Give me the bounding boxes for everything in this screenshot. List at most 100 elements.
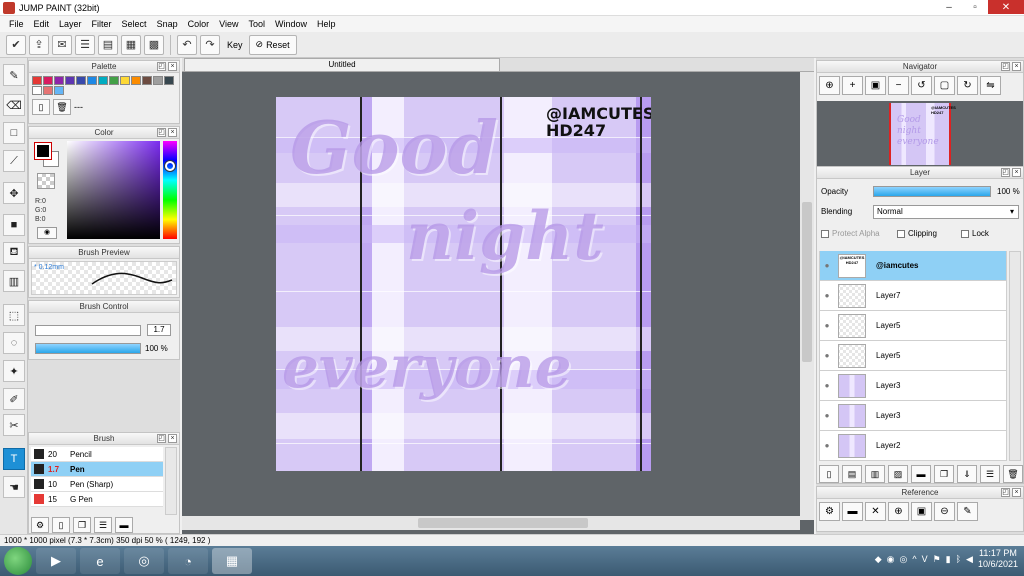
brush-folder-icon[interactable]: ▬ [115, 517, 133, 533]
layer-visibility-icon[interactable]: ● [820, 351, 834, 360]
menu-select[interactable]: Select [117, 19, 152, 29]
lock-checkbox[interactable]: Lock [961, 229, 989, 238]
menu-help[interactable]: Help [312, 19, 341, 29]
menu-tool[interactable]: Tool [243, 19, 270, 29]
reset-button[interactable]: ⊘ Reset [248, 34, 297, 55]
panel-close-icon[interactable]: × [1012, 62, 1021, 71]
zoom-actual-icon[interactable]: ▣ [865, 76, 886, 95]
palette-swatch[interactable] [54, 86, 64, 95]
hue-slider[interactable] [163, 141, 177, 239]
redo-icon[interactable]: ↷ [200, 34, 220, 55]
internet-explorer-icon[interactable]: e [80, 548, 120, 574]
layer-opacity-slider[interactable] [873, 186, 991, 197]
brush-item[interactable]: 15 G Pen [31, 492, 163, 507]
panel-close-icon[interactable]: × [1012, 488, 1021, 497]
magic-wand-icon[interactable]: ✦ [3, 360, 25, 382]
panel-detach-icon[interactable]: ◰ [157, 434, 166, 443]
panel-close-icon[interactable]: × [168, 434, 177, 443]
brush-item[interactable]: 10 Pen (Sharp) [31, 477, 163, 492]
eyedropper-icon[interactable]: ◉ [37, 227, 57, 239]
select-pen-icon[interactable]: ✐ [3, 388, 25, 410]
document-icon[interactable]: ▤ [98, 34, 118, 55]
palette-swatch[interactable] [54, 76, 64, 85]
close-button[interactable]: ✕ [988, 0, 1024, 14]
maximize-button[interactable]: ▫ [962, 0, 988, 14]
vertical-scroll-thumb[interactable] [802, 202, 812, 362]
palette-swatch[interactable] [76, 76, 86, 85]
move-tool-icon[interactable]: ✥ [3, 182, 25, 204]
new-raster-layer-icon[interactable]: ▤ [842, 465, 862, 483]
flip-icon[interactable]: ⇋ [980, 76, 1001, 95]
start-button[interactable] [4, 547, 32, 575]
hand-tool-icon[interactable]: ☚ [3, 476, 25, 498]
clock[interactable]: 11:17 PM 10/6/2021 [978, 548, 1018, 570]
artwork-canvas[interactable]: Good night everyone @IAMCUTES HD247 [276, 97, 651, 471]
reference-zoom-in-icon[interactable]: ⊕ [888, 502, 909, 521]
palette-swatch[interactable] [87, 76, 97, 85]
layer-visibility-icon[interactable]: ● [820, 291, 834, 300]
duplicate-layer-icon[interactable]: ❐ [934, 465, 954, 483]
gradient-tool-icon[interactable]: ▥ [3, 270, 25, 292]
brush-item[interactable]: 1.7 Pen [31, 462, 163, 477]
brush-size-slider[interactable] [35, 325, 141, 336]
menu-view[interactable]: View [214, 19, 243, 29]
merge-layer-icon[interactable]: ⇓ [957, 465, 977, 483]
panel-detach-icon[interactable]: ◰ [1001, 168, 1010, 177]
reference-settings-icon[interactable]: ⚙ [819, 502, 840, 521]
new-brush-icon[interactable]: ▯ [52, 517, 70, 533]
transparent-color[interactable] [37, 173, 55, 189]
saturation-value-picker[interactable] [67, 141, 160, 239]
rotate-left-icon[interactable]: ↺ [911, 76, 932, 95]
brush-tool-icon[interactable]: ✎ [3, 64, 25, 86]
eraser-tool-icon[interactable]: ⌫ [3, 94, 25, 116]
list-icon[interactable]: ▦ [121, 34, 141, 55]
tray-bluetooth-icon[interactable]: ᛒ [956, 554, 961, 564]
new-palette-icon[interactable]: ▯ [32, 99, 50, 115]
horizontal-scrollbar[interactable] [182, 516, 800, 530]
select-tool-icon[interactable]: ⬚ [3, 304, 25, 326]
text-tool-icon[interactable]: T [3, 448, 25, 470]
brush-opacity-slider[interactable] [35, 343, 141, 354]
brush-list-scrollbar[interactable] [165, 447, 177, 515]
horizontal-scroll-thumb[interactable] [418, 518, 588, 528]
palette-swatch[interactable] [65, 76, 75, 85]
palette-swatch[interactable] [131, 76, 141, 85]
hue-slider-knob[interactable] [165, 161, 175, 171]
layer-row[interactable]: ● Layer3 [819, 401, 1007, 431]
panel-close-icon[interactable]: × [168, 62, 177, 71]
media-player-icon[interactable]: ▶ [36, 548, 76, 574]
brush-options-icon[interactable]: ☰ [94, 517, 112, 533]
menu-snap[interactable]: Snap [152, 19, 183, 29]
layer-menu-icon[interactable]: ☰ [980, 465, 1000, 483]
panel-close-icon[interactable]: × [1012, 168, 1021, 177]
share-icon[interactable]: ⇪ [29, 34, 49, 55]
reference-fit-icon[interactable]: ▣ [911, 502, 932, 521]
undo-icon[interactable]: ↶ [177, 34, 197, 55]
panel-close-icon[interactable]: × [168, 128, 177, 137]
menu-window[interactable]: Window [270, 19, 312, 29]
tray-volume-icon[interactable]: ◀ [966, 554, 973, 565]
menu-filter[interactable]: Filter [87, 19, 117, 29]
navigator-preview[interactable]: @IAMCUTES HD247 Good night everyone [817, 101, 1023, 167]
layer-row[interactable]: ● Layer3 [819, 371, 1007, 401]
reference-zoom-out-icon[interactable]: ⊖ [934, 502, 955, 521]
layer-list-scrollbar[interactable] [1009, 251, 1021, 461]
new-layer-icon[interactable]: ▯ [819, 465, 839, 483]
palette-swatch[interactable] [98, 76, 108, 85]
ccleaner-icon[interactable]: ◔ [168, 548, 208, 574]
menu-file[interactable]: File [4, 19, 29, 29]
layer-row[interactable]: ● @IAMCUTES HD247 @iamcutes [819, 251, 1007, 281]
palette-swatch[interactable] [43, 86, 53, 95]
tray-network-icon[interactable]: ◉ [887, 554, 895, 565]
new-vector-layer-icon[interactable]: ▥ [865, 465, 885, 483]
palette-swatch[interactable] [43, 76, 53, 85]
tray-show-hidden-icon[interactable]: ^ [912, 554, 916, 564]
chrome-icon[interactable]: ◎ [124, 548, 164, 574]
panel-detach-icon[interactable]: ◰ [1001, 488, 1010, 497]
panel-detach-icon[interactable]: ◰ [157, 128, 166, 137]
zoom-out-icon[interactable]: − [888, 76, 909, 95]
bucket-fill-icon[interactable]: ⛾ [3, 242, 25, 264]
clipping-checkbox[interactable]: Clipping [897, 229, 937, 238]
jump-paint-taskbar-icon[interactable]: ▦ [212, 548, 252, 574]
layer-row[interactable]: ● Layer2 [819, 431, 1007, 461]
